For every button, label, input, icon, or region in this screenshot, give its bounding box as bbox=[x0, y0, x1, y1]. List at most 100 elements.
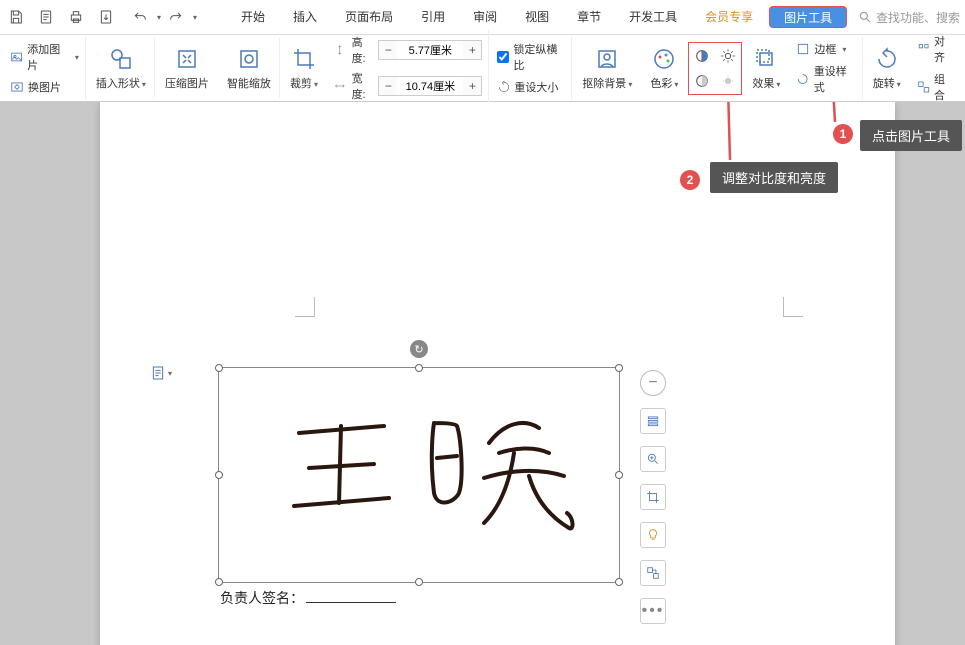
compress-button[interactable]: 压缩图片 bbox=[165, 45, 209, 91]
shapes-icon bbox=[107, 45, 135, 73]
redo-icon[interactable] bbox=[165, 6, 187, 28]
tab-chapter[interactable]: 章节 bbox=[563, 0, 615, 35]
width-increase[interactable]: + bbox=[463, 77, 481, 95]
resize-handle[interactable] bbox=[615, 578, 623, 586]
resize-handle[interactable] bbox=[415, 364, 423, 372]
resize-handle[interactable] bbox=[215, 471, 223, 479]
undo-dropdown-icon[interactable]: ▾ bbox=[157, 13, 161, 22]
height-increase[interactable]: + bbox=[463, 41, 481, 59]
tab-view[interactable]: 视图 bbox=[511, 0, 563, 35]
search-input[interactable]: 查找功能、搜索 bbox=[858, 9, 960, 26]
decrease-contrast-button[interactable] bbox=[691, 70, 713, 92]
increase-brightness-button[interactable] bbox=[717, 45, 739, 67]
crop-side-button[interactable] bbox=[640, 484, 666, 510]
group-button[interactable]: 组合 bbox=[917, 71, 955, 103]
color-group: 色彩▾ bbox=[642, 38, 686, 98]
increase-contrast-button[interactable] bbox=[691, 45, 713, 67]
tabs: 开始 插入 页面布局 引用 审阅 视图 章节 开发工具 会员专享 图片工具 bbox=[227, 0, 849, 35]
align-button[interactable]: 对齐 bbox=[917, 33, 955, 65]
print-preview-icon[interactable] bbox=[35, 6, 57, 28]
undo-redo: ▾ ▾ bbox=[129, 6, 197, 28]
height-row: 高度: − + bbox=[334, 34, 482, 66]
crop-button[interactable]: 裁剪▾ bbox=[290, 45, 318, 91]
resize-handle[interactable] bbox=[615, 471, 623, 479]
transform-button[interactable] bbox=[640, 560, 666, 586]
effect-icon bbox=[752, 45, 780, 73]
align-group-group: 对齐 组合 bbox=[911, 29, 961, 107]
dimensions-group: 高度: − + 宽度: − + bbox=[328, 30, 489, 106]
image-side-toolbar: − ••• bbox=[640, 370, 666, 624]
resize-handle[interactable] bbox=[215, 364, 223, 372]
smart-zoom-icon bbox=[235, 45, 263, 73]
crop-icon bbox=[290, 45, 318, 73]
tab-member[interactable]: 会员专享 bbox=[691, 0, 767, 35]
compress-group: 压缩图片 bbox=[157, 38, 217, 98]
color-icon bbox=[650, 45, 678, 73]
more-button[interactable]: ••• bbox=[640, 598, 666, 624]
layout-options-button[interactable] bbox=[640, 408, 666, 434]
insert-shape-button[interactable]: 插入形状▾ bbox=[96, 45, 146, 91]
print-icon[interactable] bbox=[65, 6, 87, 28]
lock-ratio-checkbox[interactable]: 锁定纵横比 bbox=[497, 41, 565, 73]
remove-bg-button[interactable]: 抠除背景▾ bbox=[582, 45, 632, 91]
add-picture-button[interactable]: 添加图片▾ bbox=[10, 41, 79, 73]
undo-icon[interactable] bbox=[129, 6, 151, 28]
document-area: ▾ ↻ bbox=[0, 102, 965, 645]
collapse-button[interactable]: − bbox=[640, 370, 666, 396]
insert-shape-group: 插入形状▾ bbox=[88, 38, 155, 98]
width-decrease[interactable]: − bbox=[379, 77, 397, 95]
width-icon bbox=[334, 79, 346, 93]
margin-mark-tl bbox=[295, 297, 315, 317]
effect-button[interactable]: 效果▾ bbox=[752, 45, 780, 91]
zoom-button[interactable] bbox=[640, 446, 666, 472]
swap-picture-button[interactable]: 换图片 bbox=[10, 79, 79, 95]
width-label: 宽度: bbox=[352, 70, 373, 102]
margin-mark-tr bbox=[783, 297, 803, 317]
width-input[interactable] bbox=[397, 77, 463, 95]
rotate-handle[interactable]: ↻ bbox=[410, 340, 428, 358]
compress-icon bbox=[173, 45, 201, 73]
tab-start[interactable]: 开始 bbox=[227, 0, 279, 35]
crop-group: 裁剪▾ bbox=[282, 38, 326, 98]
rotate-group: 旋转▾ bbox=[865, 38, 909, 98]
export-icon[interactable] bbox=[95, 6, 117, 28]
height-spinner: − + bbox=[378, 40, 482, 60]
reset-size-button[interactable]: 重设大小 bbox=[497, 79, 565, 95]
paragraph-options-icon[interactable]: ▾ bbox=[150, 365, 172, 381]
reset-style-button[interactable]: 重设样式 bbox=[796, 63, 855, 95]
height-label: 高度: bbox=[352, 34, 373, 66]
annotation-number-2: 2 bbox=[680, 170, 700, 190]
effect-group: 效果▾ bbox=[744, 38, 788, 98]
selected-image[interactable]: ↻ bbox=[218, 367, 620, 583]
border-button[interactable]: 边框▾ bbox=[796, 41, 855, 57]
smart-zoom-button[interactable]: 智能缩放 bbox=[227, 45, 271, 91]
ribbon: 添加图片▾ 换图片 插入形状▾ 压缩图片 智能缩放 裁剪▾ 高度: bbox=[0, 35, 965, 102]
color-button[interactable]: 色彩▾ bbox=[650, 45, 678, 91]
resize-handle[interactable] bbox=[215, 578, 223, 586]
lightbulb-button[interactable] bbox=[640, 522, 666, 548]
height-decrease[interactable]: − bbox=[379, 41, 397, 59]
resize-handle[interactable] bbox=[615, 364, 623, 372]
contrast-brightness-box bbox=[688, 42, 742, 95]
rotate-button[interactable]: 旋转▾ bbox=[873, 45, 901, 91]
resize-handle[interactable] bbox=[415, 578, 423, 586]
width-spinner: − + bbox=[378, 76, 482, 96]
search-icon bbox=[858, 10, 872, 24]
annotation-number-1: 1 bbox=[833, 124, 853, 144]
signature-image bbox=[279, 398, 589, 548]
border-reset-group: 边框▾ 重设样式 bbox=[790, 37, 862, 99]
quick-icons: ▾ ▾ bbox=[5, 6, 197, 28]
save-icon[interactable] bbox=[5, 6, 27, 28]
search-placeholder: 查找功能、搜索 bbox=[876, 9, 960, 26]
redo-dropdown-icon[interactable]: ▾ bbox=[193, 13, 197, 22]
lock-reset-group: 锁定纵横比 重设大小 bbox=[491, 37, 572, 99]
tab-insert[interactable]: 插入 bbox=[279, 0, 331, 35]
smart-zoom-group: 智能缩放 bbox=[219, 38, 280, 98]
tab-picture-tools[interactable]: 图片工具 bbox=[769, 6, 847, 28]
width-row: 宽度: − + bbox=[334, 70, 482, 102]
tab-dev[interactable]: 开发工具 bbox=[615, 0, 691, 35]
height-input[interactable] bbox=[397, 41, 463, 59]
caption-text: 负责人签名： bbox=[220, 588, 396, 608]
annotation-callout-1: 点击图片工具 bbox=[860, 120, 962, 151]
decrease-brightness-button[interactable] bbox=[717, 70, 739, 92]
